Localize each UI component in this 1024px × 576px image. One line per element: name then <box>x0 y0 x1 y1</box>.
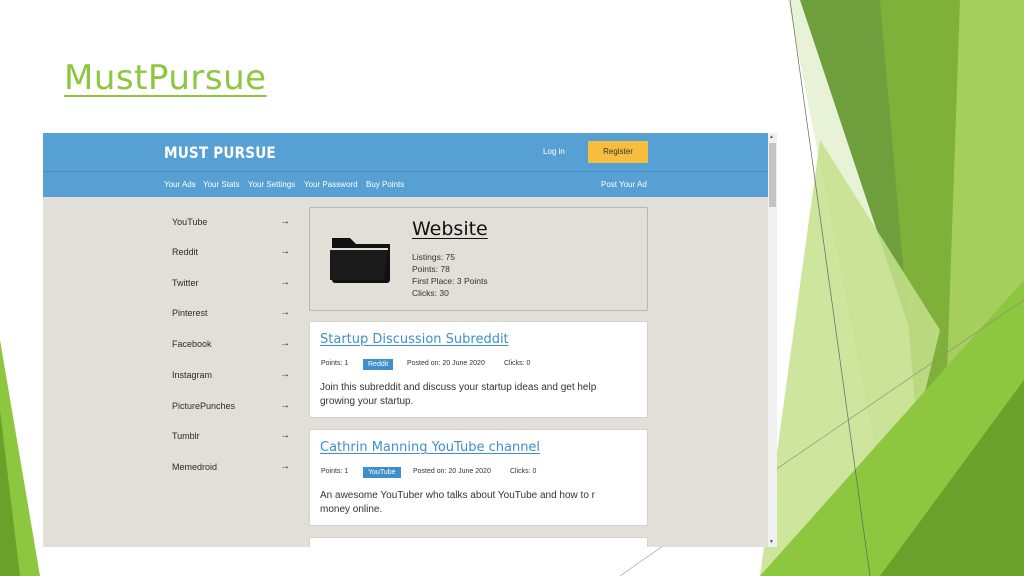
ad-posted-date: Posted on: 20 June 2020 <box>407 360 485 367</box>
category-reddit[interactable]: Reddit → <box>172 246 292 261</box>
scroll-down-icon[interactable]: ▼ <box>769 539 774 545</box>
ad-description-line: An awesome YouTuber who talks about YouT… <box>320 490 596 501</box>
folder-icon <box>330 238 390 283</box>
arrow-right-icon: → <box>280 338 290 349</box>
ad-card: Startup Discussion Subreddit Points: 1 R… <box>309 321 648 418</box>
category-label: YouTube <box>172 217 208 227</box>
arrow-right-icon: → <box>280 400 290 411</box>
nav-your-ads[interactable]: Your Ads <box>164 180 196 189</box>
category-label: PicturePunches <box>172 401 236 411</box>
login-link[interactable]: Log in <box>543 147 565 156</box>
category-label: Reddit <box>172 247 199 257</box>
ad-points: Points: 1 <box>321 360 349 367</box>
category-label: Instagram <box>172 370 213 380</box>
ad-title-link[interactable]: Cathrin Manning YouTube channel <box>320 440 540 455</box>
ad-card: Cathrin Manning YouTube channel Points: … <box>309 429 648 526</box>
featured-points: Points: 78 <box>412 264 450 274</box>
nav-your-settings[interactable]: Your Settings <box>248 180 295 189</box>
site-nav: Your Ads Your Stats Your Settings Your P… <box>43 171 768 197</box>
arrow-right-icon: → <box>280 430 290 441</box>
arrow-right-icon: → <box>280 307 290 318</box>
ad-category-badge[interactable]: YouTube <box>363 467 401 478</box>
category-label: Facebook <box>172 339 212 349</box>
category-youtube[interactable]: YouTube → <box>172 216 292 231</box>
category-picturepunches[interactable]: PicturePunches → <box>172 400 292 415</box>
category-label: Twitter <box>172 278 199 288</box>
category-facebook[interactable]: Facebook → <box>172 338 292 353</box>
nav-buy-points[interactable]: Buy Points <box>366 180 404 189</box>
arrow-right-icon: → <box>280 246 290 257</box>
website-screenshot: MUST PURSUE Log in Register Your Ads You… <box>43 133 777 547</box>
nav-your-stats[interactable]: Your Stats <box>203 180 240 189</box>
arrow-right-icon: → <box>280 461 290 472</box>
arrow-right-icon: → <box>280 369 290 380</box>
ad-description-line: Join this subreddit and discuss your sta… <box>320 382 597 393</box>
category-memedroid[interactable]: Memedroid → <box>172 461 292 476</box>
category-label: Tumblr <box>172 431 200 441</box>
category-instagram[interactable]: Instagram → <box>172 369 292 384</box>
ad-description-line: money online. <box>320 504 383 515</box>
scroll-thumb[interactable] <box>769 143 776 207</box>
scrollbar[interactable]: ▲ ▼ <box>768 133 777 547</box>
register-button[interactable]: Register <box>588 141 648 163</box>
ad-description: An awesome YouTuber who talks about YouT… <box>320 489 620 517</box>
featured-listings: Listings: 75 <box>412 252 455 262</box>
ad-description-line: growing your startup. <box>320 396 414 407</box>
ad-category-badge[interactable]: Reddit <box>363 359 394 370</box>
ad-posted-date: Posted on: 20 June 2020 <box>413 468 491 475</box>
ad-title-link[interactable]: Startup Discussion Subreddit <box>320 332 509 347</box>
ad-clicks: Clicks: 0 <box>510 468 537 475</box>
category-label: Memedroid <box>172 462 218 472</box>
category-pinterest[interactable]: Pinterest → <box>172 307 292 322</box>
nav-your-password[interactable]: Your Password <box>304 180 358 189</box>
post-ad-link[interactable]: Post Your Ad <box>601 180 647 189</box>
featured-title[interactable]: Website <box>412 218 488 240</box>
featured-clicks: Clicks: 30 <box>412 288 449 298</box>
arrow-right-icon: → <box>280 216 290 227</box>
site-logo[interactable]: MUST PURSUE <box>164 143 276 162</box>
category-label: Pinterest <box>172 308 208 318</box>
ad-clicks: Clicks: 0 <box>504 360 531 367</box>
ad-points: Points: 1 <box>321 468 349 475</box>
site-header: MUST PURSUE Log in Register <box>43 133 768 171</box>
featured-category-card[interactable]: Website Listings: 75 Points: 78 First Pl… <box>309 207 648 311</box>
featured-first-place: First Place: 3 Points <box>412 276 488 286</box>
ad-description: Join this subreddit and discuss your sta… <box>320 381 620 409</box>
category-tumblr[interactable]: Tumblr → <box>172 430 292 445</box>
slide-title: MustPursue <box>64 58 267 98</box>
arrow-right-icon: → <box>280 277 290 288</box>
category-twitter[interactable]: Twitter → <box>172 277 292 292</box>
scroll-up-icon[interactable]: ▲ <box>769 134 774 140</box>
ad-card <box>309 537 648 547</box>
